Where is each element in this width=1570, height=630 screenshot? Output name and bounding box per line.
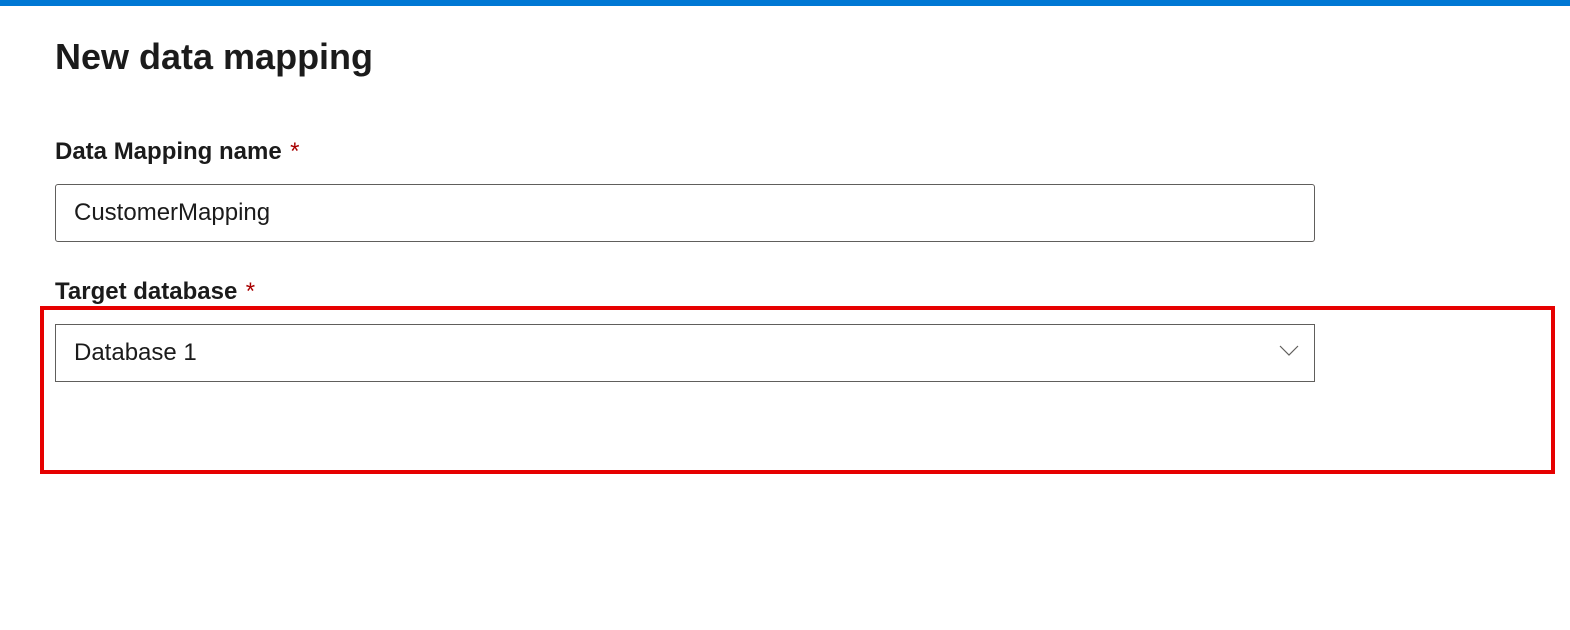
target-database-select[interactable]: Database 1 — [55, 324, 1315, 382]
target-database-select-wrapper: Database 1 — [55, 324, 1315, 382]
required-asterisk: * — [290, 138, 299, 165]
data-mapping-name-label: Data Mapping name — [55, 138, 282, 166]
data-mapping-name-group: Data Mapping name * — [55, 138, 1515, 242]
data-mapping-name-label-row: Data Mapping name * — [55, 138, 1515, 184]
data-mapping-name-input[interactable] — [55, 184, 1315, 242]
target-database-label-row: Target database * — [55, 278, 1515, 324]
target-database-selected-value: Database 1 — [74, 339, 197, 367]
target-database-label: Target database — [55, 278, 237, 306]
page-title: New data mapping — [55, 36, 1515, 78]
form-panel: New data mapping Data Mapping name * Tar… — [0, 6, 1570, 382]
required-asterisk: * — [246, 278, 255, 305]
target-database-group: Target database * Database 1 — [55, 272, 1515, 382]
